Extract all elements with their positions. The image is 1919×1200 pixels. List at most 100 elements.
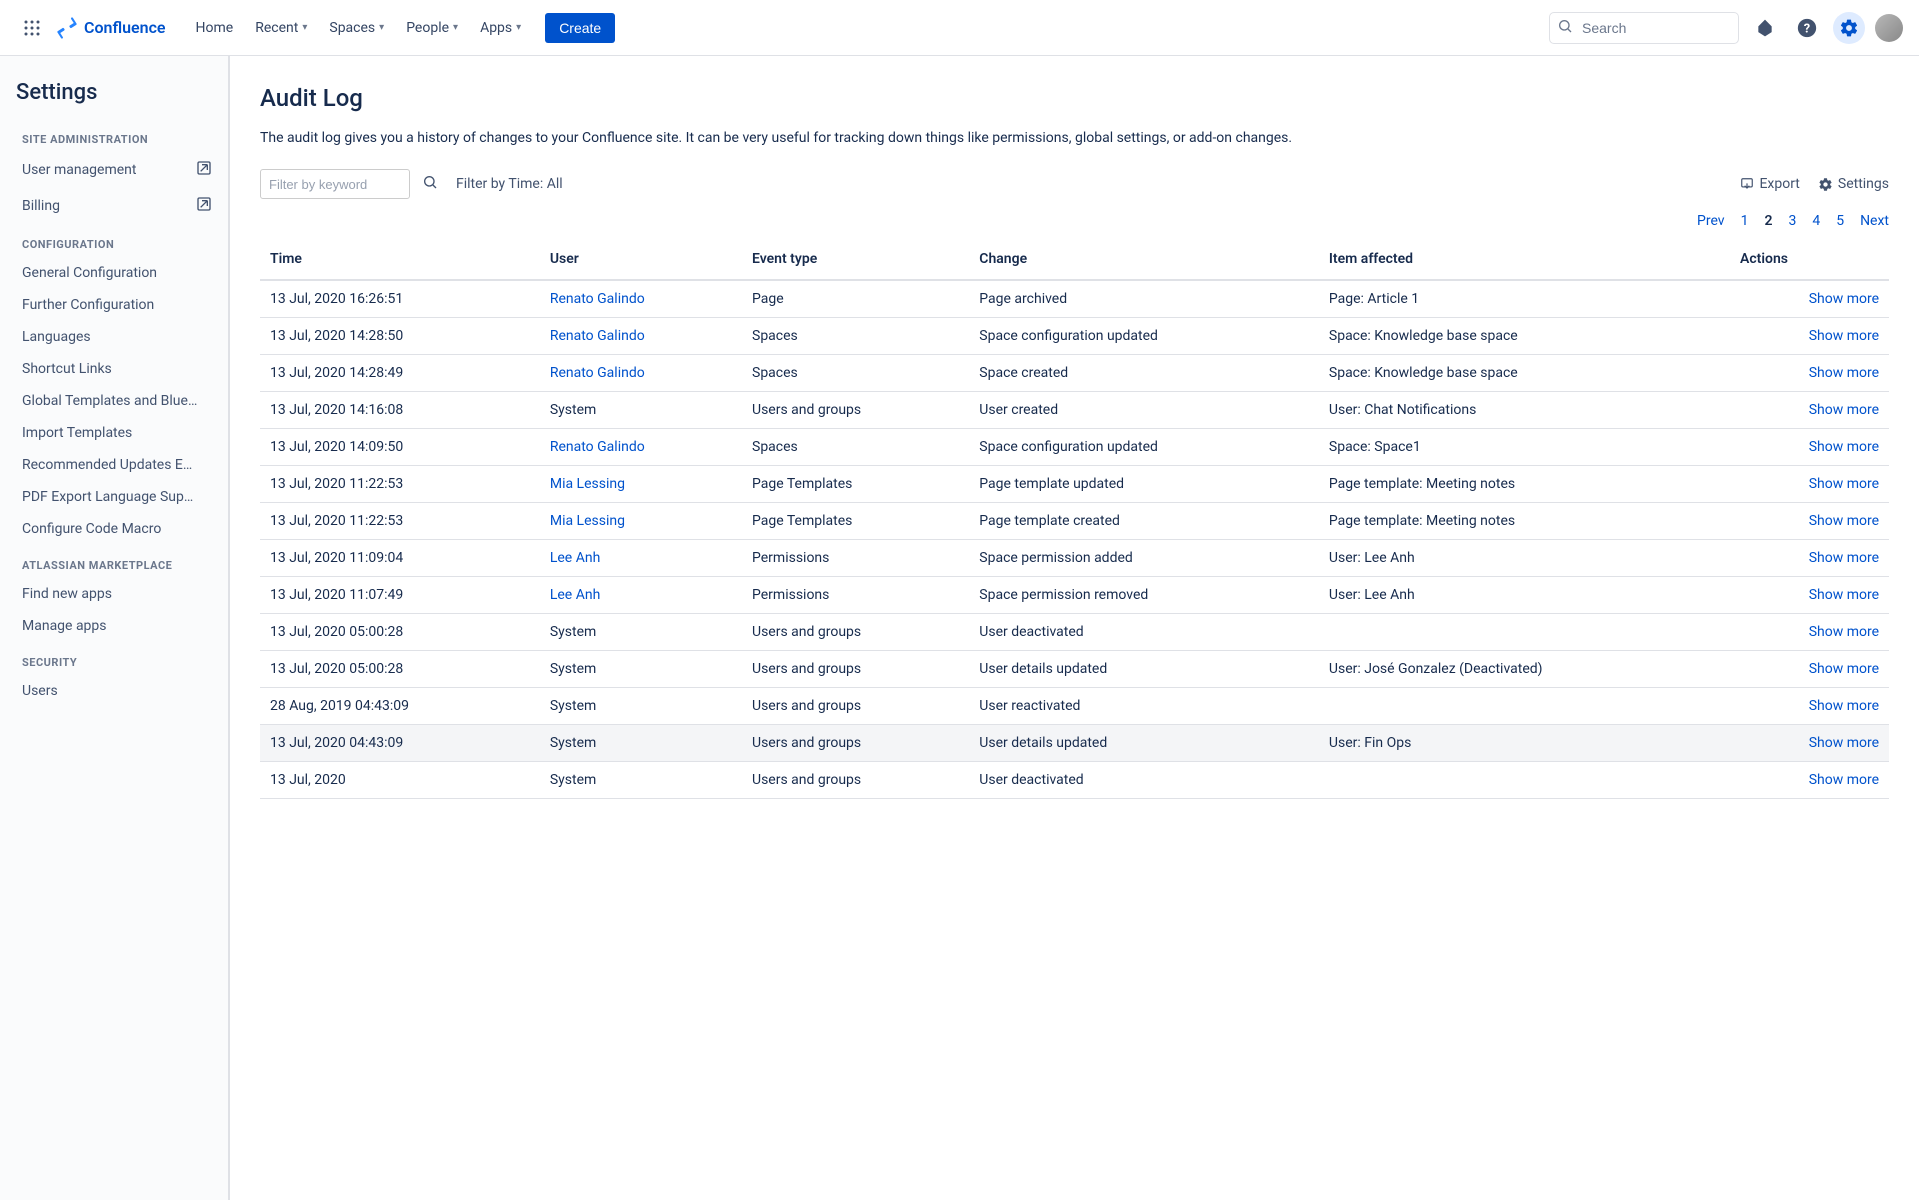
cell-change: Space configuration updated xyxy=(969,318,1319,355)
show-more-link[interactable]: Show more xyxy=(1730,503,1889,540)
cell-change: Page template updated xyxy=(969,466,1319,503)
table-row: 13 Jul, 2020 14:16:08SystemUsers and gro… xyxy=(260,392,1889,429)
time-filter[interactable]: Filter by Time: All xyxy=(456,176,563,192)
top-nav: Confluence HomeRecent▾Spaces▾People▾Apps… xyxy=(0,0,1919,56)
cell-change: User deactivated xyxy=(969,762,1319,799)
show-more-link[interactable]: Show more xyxy=(1730,318,1889,355)
sidebar-item-label: Languages xyxy=(22,329,91,345)
external-link-icon xyxy=(196,160,212,180)
search-box xyxy=(1549,12,1739,44)
cell-user[interactable]: Renato Galindo xyxy=(540,280,742,318)
settings-icon[interactable] xyxy=(1833,12,1865,44)
nav-item-spaces[interactable]: Spaces▾ xyxy=(319,14,394,42)
show-more-link[interactable]: Show more xyxy=(1730,392,1889,429)
cell-time: 13 Jul, 2020 16:26:51 xyxy=(260,280,540,318)
sidebar-item-label: Global Templates and Blue… xyxy=(22,393,197,409)
nav-item-recent[interactable]: Recent▾ xyxy=(245,14,317,42)
sidebar-item[interactable]: Billing xyxy=(14,188,220,224)
pagination-page-1[interactable]: 1 xyxy=(1741,213,1749,229)
header-left: Confluence HomeRecent▾Spaces▾People▾Apps… xyxy=(16,12,615,44)
nav-item-home[interactable]: Home xyxy=(186,14,244,42)
pagination-prev[interactable]: Prev xyxy=(1697,213,1725,229)
body: Settings SITE ADMINISTRATIONUser managem… xyxy=(0,56,1919,1200)
table-row: 13 Jul, 2020 16:26:51Renato GalindoPageP… xyxy=(260,280,1889,318)
show-more-link[interactable]: Show more xyxy=(1730,725,1889,762)
show-more-link[interactable]: Show more xyxy=(1730,429,1889,466)
sidebar-item-label: Manage apps xyxy=(22,618,107,634)
search-input[interactable] xyxy=(1549,12,1739,44)
logo[interactable]: Confluence xyxy=(56,17,166,39)
cell-user[interactable]: Mia Lessing xyxy=(540,466,742,503)
show-more-link[interactable]: Show more xyxy=(1730,651,1889,688)
sidebar-item[interactable]: Import Templates xyxy=(14,417,220,449)
sidebar-item[interactable]: Find new apps xyxy=(14,578,220,610)
cell-user[interactable]: Mia Lessing xyxy=(540,503,742,540)
nav-item-apps[interactable]: Apps▾ xyxy=(470,14,531,42)
pagination-page-2: 2 xyxy=(1764,213,1772,229)
export-button[interactable]: Export xyxy=(1740,176,1799,192)
cell-time: 13 Jul, 2020 xyxy=(260,762,540,799)
cell-time: 13 Jul, 2020 11:22:53 xyxy=(260,466,540,503)
sidebar-item[interactable]: PDF Export Language Sup… xyxy=(14,481,220,513)
sidebar-item[interactable]: User management xyxy=(14,152,220,188)
sidebar-item[interactable]: General Configuration xyxy=(14,257,220,289)
cell-change: Space created xyxy=(969,355,1319,392)
sidebar-item[interactable]: Manage apps xyxy=(14,610,220,642)
cell-user[interactable]: Renato Galindo xyxy=(540,318,742,355)
cell-event: Page Templates xyxy=(742,466,969,503)
cell-change: User deactivated xyxy=(969,614,1319,651)
pagination-next[interactable]: Next xyxy=(1860,213,1889,229)
sidebar-item-label: PDF Export Language Sup… xyxy=(22,489,193,505)
table-row: 13 Jul, 2020 05:00:28SystemUsers and gro… xyxy=(260,651,1889,688)
pagination-page-3[interactable]: 3 xyxy=(1788,213,1796,229)
filter-search-icon[interactable] xyxy=(422,174,438,194)
cell-change: User reactivated xyxy=(969,688,1319,725)
table-row: 13 Jul, 2020 05:00:28SystemUsers and gro… xyxy=(260,614,1889,651)
show-more-link[interactable]: Show more xyxy=(1730,280,1889,318)
page-settings-button[interactable]: Settings xyxy=(1818,176,1889,192)
sidebar-item[interactable]: Shortcut Links xyxy=(14,353,220,385)
notifications-icon[interactable] xyxy=(1749,12,1781,44)
help-icon[interactable]: ? xyxy=(1791,12,1823,44)
show-more-link[interactable]: Show more xyxy=(1730,762,1889,799)
sidebar-item-label: Further Configuration xyxy=(22,297,154,313)
cell-user[interactable]: Lee Anh xyxy=(540,540,742,577)
sidebar-item-label: Import Templates xyxy=(22,425,132,441)
show-more-link[interactable]: Show more xyxy=(1730,540,1889,577)
pagination-page-5[interactable]: 5 xyxy=(1836,213,1844,229)
column-header: User xyxy=(540,239,742,280)
show-more-link[interactable]: Show more xyxy=(1730,614,1889,651)
avatar[interactable] xyxy=(1875,14,1903,42)
sidebar-item[interactable]: Global Templates and Blue… xyxy=(14,385,220,417)
export-label: Export xyxy=(1759,176,1799,192)
sidebar-item-label: Find new apps xyxy=(22,586,112,602)
cell-change: Space permission added xyxy=(969,540,1319,577)
show-more-link[interactable]: Show more xyxy=(1730,577,1889,614)
cell-item: Space: Space1 xyxy=(1319,429,1730,466)
sidebar-item[interactable]: Configure Code Macro xyxy=(14,513,220,545)
cell-event: Permissions xyxy=(742,577,969,614)
table-row: 13 Jul, 2020 14:28:49Renato GalindoSpace… xyxy=(260,355,1889,392)
app-switcher-icon[interactable] xyxy=(16,12,48,44)
audit-log-table: TimeUserEvent typeChangeItem affectedAct… xyxy=(260,239,1889,799)
sidebar-item[interactable]: Users xyxy=(14,675,220,707)
create-button[interactable]: Create xyxy=(545,13,615,43)
filter-keyword-input[interactable] xyxy=(260,169,410,199)
sidebar-item[interactable]: Recommended Updates E… xyxy=(14,449,220,481)
sidebar-group-label: SECURITY xyxy=(14,650,220,675)
show-more-link[interactable]: Show more xyxy=(1730,466,1889,503)
sidebar-item[interactable]: Languages xyxy=(14,321,220,353)
sidebar-item[interactable]: Further Configuration xyxy=(14,289,220,321)
nav-item-people[interactable]: People▾ xyxy=(396,14,468,42)
show-more-link[interactable]: Show more xyxy=(1730,355,1889,392)
column-header: Change xyxy=(969,239,1319,280)
cell-user: System xyxy=(540,762,742,799)
cell-user[interactable]: Lee Anh xyxy=(540,577,742,614)
pagination-page-4[interactable]: 4 xyxy=(1812,213,1820,229)
cell-user[interactable]: Renato Galindo xyxy=(540,429,742,466)
page-description: The audit log gives you a history of cha… xyxy=(260,128,1889,149)
show-more-link[interactable]: Show more xyxy=(1730,688,1889,725)
cell-user[interactable]: Renato Galindo xyxy=(540,355,742,392)
cell-event: Spaces xyxy=(742,318,969,355)
sidebar-group-label: ATLASSIAN MARKETPLACE xyxy=(14,553,220,578)
